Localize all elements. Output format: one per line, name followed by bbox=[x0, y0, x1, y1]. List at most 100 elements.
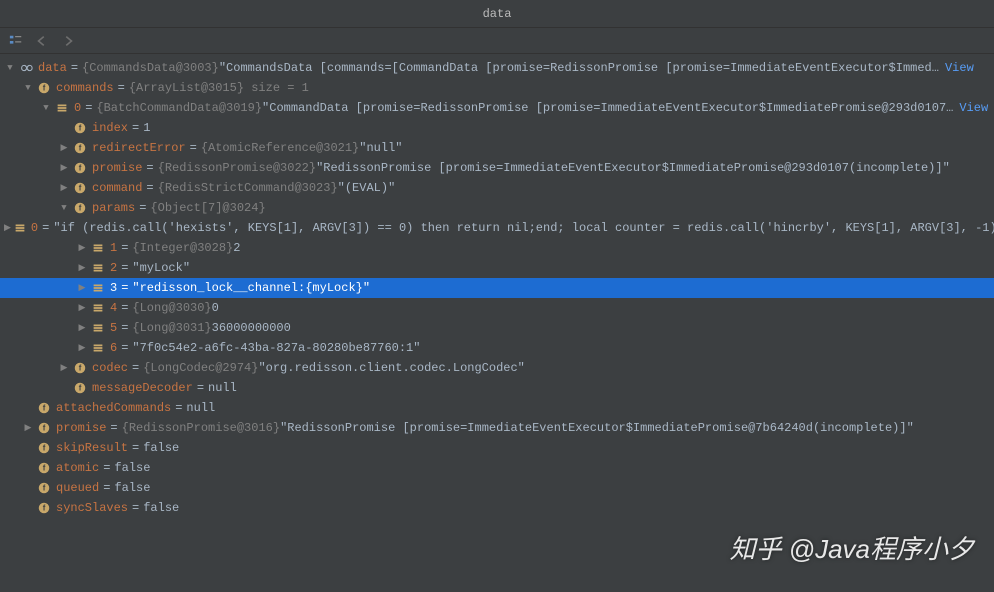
node-type: {Integer@3028} bbox=[132, 238, 233, 258]
expand-arrow-right-icon[interactable]: ▶ bbox=[4, 218, 11, 238]
equals-sign: = bbox=[132, 118, 139, 138]
equals-sign: = bbox=[175, 398, 182, 418]
expand-arrow-right-icon[interactable]: ▶ bbox=[58, 138, 70, 158]
node-value: false bbox=[114, 478, 150, 498]
node-key: 4 bbox=[110, 298, 117, 318]
tree-row[interactable]: fatomic = false bbox=[0, 458, 994, 478]
svg-text:f: f bbox=[43, 84, 46, 93]
tree-row[interactable]: fmessageDecoder = null bbox=[0, 378, 994, 398]
node-type: {Long@3031} bbox=[132, 318, 211, 338]
tree-row[interactable]: findex = 1 bbox=[0, 118, 994, 138]
expand-arrow-down-icon[interactable]: ▼ bbox=[58, 198, 70, 218]
tree-row[interactable]: ▼data = {CommandsData@3003} "CommandsDat… bbox=[0, 58, 994, 78]
node-value: null bbox=[186, 398, 215, 418]
node-key: 1 bbox=[110, 238, 117, 258]
expand-arrow-right-icon[interactable]: ▶ bbox=[22, 418, 34, 438]
equals-sign: = bbox=[121, 298, 128, 318]
node-key: 3 bbox=[110, 278, 117, 298]
tree-row[interactable]: ▶0 = "if (redis.call('hexists', KEYS[1],… bbox=[0, 218, 994, 238]
field-icon: f bbox=[36, 440, 52, 456]
field-icon: f bbox=[36, 460, 52, 476]
tree-row[interactable]: ▶fcodec = {LongCodec@2974} "org.redisson… bbox=[0, 358, 994, 378]
node-type: {ArrayList@3015} size = 1 bbox=[129, 78, 309, 98]
expand-arrow-right-icon[interactable]: ▶ bbox=[58, 158, 70, 178]
node-value: 36000000000 bbox=[212, 318, 291, 338]
tree-row[interactable]: fskipResult = false bbox=[0, 438, 994, 458]
field-icon: f bbox=[72, 200, 88, 216]
expand-arrow-down-icon[interactable]: ▼ bbox=[4, 58, 16, 78]
node-key: atomic bbox=[56, 458, 99, 478]
field-icon: f bbox=[72, 120, 88, 136]
equals-sign: = bbox=[190, 138, 197, 158]
tree-row[interactable]: fqueued = false bbox=[0, 478, 994, 498]
array-index-icon bbox=[90, 260, 106, 276]
node-value: "(EVAL)" bbox=[338, 178, 396, 198]
svg-text:f: f bbox=[43, 444, 46, 453]
svg-text:f: f bbox=[79, 144, 82, 153]
svg-text:f: f bbox=[79, 364, 82, 373]
node-key: promise bbox=[56, 418, 106, 438]
expand-arrow-right-icon[interactable]: ▶ bbox=[58, 358, 70, 378]
node-type: {AtomicReference@3021} bbox=[201, 138, 359, 158]
view-link[interactable]: View bbox=[945, 58, 974, 78]
node-value: false bbox=[114, 458, 150, 478]
tree-row[interactable]: fsyncSlaves = false bbox=[0, 498, 994, 518]
tree-row[interactable]: ▶ 3 = "redisson_lock__channel:{myLock}" bbox=[0, 278, 994, 298]
expand-arrow-right-icon[interactable]: ▶ bbox=[76, 278, 88, 298]
tree-row[interactable]: ▶2 = "myLock" bbox=[0, 258, 994, 278]
equals-sign: = bbox=[121, 278, 128, 298]
equals-sign: = bbox=[110, 418, 117, 438]
node-type: {RedissonPromise@3022} bbox=[158, 158, 316, 178]
node-value: "myLock" bbox=[132, 258, 190, 278]
equals-sign: = bbox=[71, 58, 78, 78]
tree-row[interactable]: ▶5 = {Long@3031} 36000000000 bbox=[0, 318, 994, 338]
node-value: "redisson_lock__channel:{myLock}" bbox=[132, 278, 370, 298]
array-index-icon bbox=[54, 100, 70, 116]
nav-back-icon[interactable] bbox=[34, 33, 50, 49]
expand-arrow-right-icon[interactable]: ▶ bbox=[76, 298, 88, 318]
tree-row[interactable]: fattachedCommands = null bbox=[0, 398, 994, 418]
expand-arrow-right-icon[interactable]: ▶ bbox=[76, 318, 88, 338]
tree-row[interactable]: ▼fparams = {Object[7]@3024} bbox=[0, 198, 994, 218]
expand-arrow-down-icon[interactable]: ▼ bbox=[22, 78, 34, 98]
expand-arrow-right-icon[interactable]: ▶ bbox=[76, 258, 88, 278]
node-type: {RedisStrictCommand@3023} bbox=[158, 178, 338, 198]
node-key: messageDecoder bbox=[92, 378, 193, 398]
equals-sign: = bbox=[121, 238, 128, 258]
node-value: "org.redisson.client.codec.LongCodec" bbox=[258, 358, 524, 378]
node-type: {LongCodec@2974} bbox=[143, 358, 258, 378]
tree-row[interactable]: ▶fcommand = {RedisStrictCommand@3023} "(… bbox=[0, 178, 994, 198]
node-key: command bbox=[92, 178, 142, 198]
node-key: syncSlaves bbox=[56, 498, 128, 518]
tree-row[interactable]: ▶6 = "7f0c54e2-a6fc-43ba-827a-80280be877… bbox=[0, 338, 994, 358]
node-key: 6 bbox=[110, 338, 117, 358]
tree-row[interactable]: ▼0 = {BatchCommandData@3019} "CommandDat… bbox=[0, 98, 994, 118]
tree-settings-icon[interactable] bbox=[8, 33, 24, 49]
tree-row[interactable]: ▶fredirectError = {AtomicReference@3021}… bbox=[0, 138, 994, 158]
tree-row[interactable]: ▶fpromise = {RedissonPromise@3016} "Redi… bbox=[0, 418, 994, 438]
node-key: commands bbox=[56, 78, 114, 98]
node-value: "CommandsData [commands=[CommandData [pr… bbox=[219, 58, 939, 78]
tree-row[interactable]: ▶4 = {Long@3030} 0 bbox=[0, 298, 994, 318]
equals-sign: = bbox=[197, 378, 204, 398]
equals-sign: = bbox=[139, 198, 146, 218]
node-key: 0 bbox=[31, 218, 38, 238]
svg-text:f: f bbox=[43, 484, 46, 493]
node-value: 1 bbox=[143, 118, 150, 138]
tree-row[interactable]: ▼ f commands = {ArrayList@3015} size = 1 bbox=[0, 78, 994, 98]
tree-row[interactable]: ▶fpromise = {RedissonPromise@3022} "Redi… bbox=[0, 158, 994, 178]
nav-forward-icon[interactable] bbox=[60, 33, 76, 49]
view-link[interactable]: View bbox=[959, 98, 988, 118]
expand-arrow-right-icon[interactable]: ▶ bbox=[58, 178, 70, 198]
field-icon: f bbox=[36, 480, 52, 496]
field-icon: f bbox=[72, 360, 88, 376]
tree-row[interactable]: ▶1 = {Integer@3028} 2 bbox=[0, 238, 994, 258]
expand-arrow-down-icon[interactable]: ▼ bbox=[40, 98, 52, 118]
expand-arrow-right-icon[interactable]: ▶ bbox=[76, 338, 88, 358]
debug-tree[interactable]: ▼data = {CommandsData@3003} "CommandsDat… bbox=[0, 54, 994, 518]
node-value: "7f0c54e2-a6fc-43ba-827a-80280be87760:1" bbox=[132, 338, 420, 358]
equals-sign: = bbox=[118, 78, 125, 98]
svg-text:f: f bbox=[43, 464, 46, 473]
node-value: 0 bbox=[212, 298, 219, 318]
expand-arrow-right-icon[interactable]: ▶ bbox=[76, 238, 88, 258]
